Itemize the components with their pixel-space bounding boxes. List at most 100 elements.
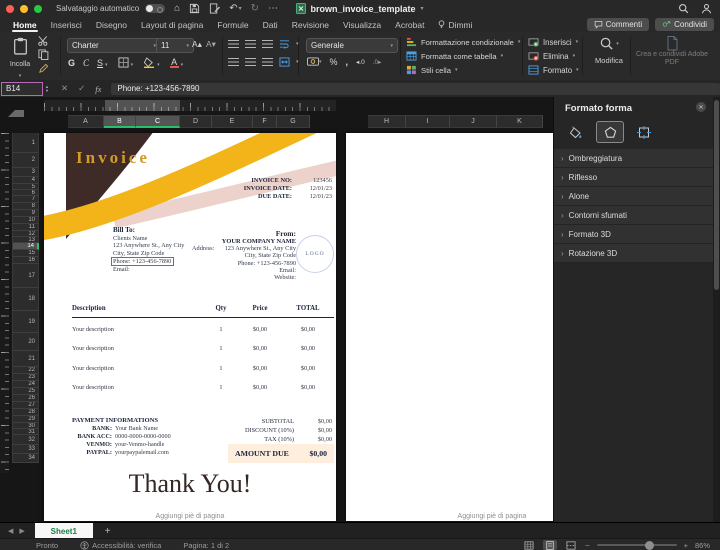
page-layout-view-button[interactable]: [543, 540, 558, 550]
align-top-icon[interactable]: [228, 40, 239, 48]
tab-formule[interactable]: Formule: [210, 17, 255, 32]
merge-center-button[interactable]: [279, 57, 290, 67]
column-header-a[interactable]: A: [68, 115, 104, 128]
row-header-23[interactable]: 23: [12, 374, 39, 381]
row-header-1[interactable]: 1: [12, 133, 39, 153]
normal-view-button[interactable]: [522, 540, 536, 550]
decrease-font-button[interactable]: A▾: [206, 39, 216, 50]
underline-chevron-icon[interactable]: ▾: [105, 62, 108, 68]
column-header-d[interactable]: D: [180, 115, 212, 128]
row-header-17[interactable]: 17: [12, 264, 39, 288]
column-header-j[interactable]: J: [450, 115, 497, 128]
document-title[interactable]: brown_invoice_template: [310, 4, 415, 14]
underline-button[interactable]: S: [97, 58, 103, 68]
comments-button[interactable]: Commenti: [586, 18, 650, 31]
tab-home[interactable]: Home: [6, 17, 44, 32]
align-bottom-icon[interactable]: [262, 40, 273, 48]
borders-chevron-icon[interactable]: ▾: [131, 62, 134, 68]
row-header-3[interactable]: 3: [12, 168, 39, 177]
cells-button-elimina[interactable]: Elimina ▾: [528, 49, 579, 63]
row-header-32[interactable]: 32: [12, 435, 39, 445]
row-header-22[interactable]: 22: [12, 367, 39, 374]
align-middle-icon[interactable]: [245, 40, 256, 48]
merge-chevron-icon[interactable]: ▾: [296, 59, 299, 65]
cut-button[interactable]: [38, 36, 49, 46]
footer-placeholder[interactable]: Aggiungi piè di pagina: [44, 513, 336, 520]
align-center-icon[interactable]: [245, 58, 256, 66]
style-button-1[interactable]: Formatta come tabella ▾: [406, 49, 520, 63]
row-header-20[interactable]: 20: [12, 333, 39, 351]
worksheet-page-1[interactable]: Invoice INVOICE NO: 123456 INVOICE DATE: 12…: [44, 133, 336, 521]
panel-section-ombreggiatura[interactable]: › Ombreggiatura: [554, 149, 713, 168]
row-header-15[interactable]: 15: [12, 250, 39, 257]
cells-button-formato[interactable]: Formato ▾: [528, 63, 579, 77]
zoom-slider[interactable]: [596, 540, 677, 550]
row-header-25[interactable]: 25: [12, 388, 39, 395]
font-color-chevron-icon[interactable]: ▾: [181, 62, 184, 68]
style-button-2[interactable]: Stili cella ▾: [406, 63, 520, 77]
close-window-button[interactable]: [6, 4, 14, 13]
tab-acrobat[interactable]: Acrobat: [388, 17, 431, 32]
page-indicator[interactable]: Pagina: 1 di 2: [183, 541, 229, 550]
save-icon[interactable]: [189, 3, 200, 14]
tab-inserisci[interactable]: Inserisci: [44, 17, 89, 32]
column-header-g[interactable]: G: [277, 115, 310, 128]
undo-icon[interactable]: ↶: [229, 3, 237, 14]
format-painter-button[interactable]: [38, 63, 49, 74]
name-box[interactable]: B14: [1, 81, 43, 96]
row-header-19[interactable]: 19: [12, 311, 39, 333]
confirm-entry-icon[interactable]: ✓: [78, 83, 85, 94]
page-break-view-button[interactable]: [564, 540, 578, 550]
next-sheet-icon[interactable]: ▶: [19, 527, 24, 535]
fill-color-button[interactable]: [143, 57, 155, 68]
tab-layout-di-pagina[interactable]: Layout di pagina: [134, 17, 210, 32]
vertical-scrollbar[interactable]: [712, 97, 720, 522]
select-all-corner[interactable]: [8, 101, 24, 117]
tab-dimmi[interactable]: Dimmi: [431, 17, 479, 32]
insert-function-icon[interactable]: fx: [95, 84, 101, 94]
row-header-10[interactable]: 10: [12, 217, 39, 224]
fill-chevron-icon[interactable]: ▾: [157, 62, 160, 68]
minimize-window-button[interactable]: [20, 4, 28, 13]
column-header-h[interactable]: H: [368, 115, 406, 128]
row-header-34[interactable]: 34: [12, 454, 39, 463]
zoom-slider-knob[interactable]: [644, 540, 654, 550]
column-header-c[interactable]: C: [136, 115, 180, 128]
formula-input[interactable]: Phone: +123-456-7890: [111, 82, 720, 95]
decrease-decimal-button[interactable]: .0▸: [373, 58, 382, 66]
style-button-0[interactable]: Formattazione condizionale ▾: [406, 35, 520, 49]
add-sheet-button[interactable]: +: [105, 526, 111, 537]
undo-chevron-icon[interactable]: ▾: [239, 5, 242, 12]
row-header-8[interactable]: 8: [12, 203, 39, 210]
tab-visualizza[interactable]: Visualizza: [336, 17, 388, 32]
row-header-28[interactable]: 28: [12, 409, 39, 416]
sheet-tab-sheet1[interactable]: Sheet1: [34, 523, 93, 539]
row-header-33[interactable]: 33: [12, 445, 39, 454]
row-header-27[interactable]: 27: [12, 402, 39, 409]
scrollbar-thumb[interactable]: [713, 100, 719, 290]
row-header-29[interactable]: 29: [12, 416, 39, 423]
panel-section-alone[interactable]: › Alone: [554, 187, 713, 206]
tab-dati[interactable]: Dati: [256, 17, 285, 32]
font-name-select[interactable]: Charter ▾: [67, 38, 161, 53]
document-edit-icon[interactable]: [209, 3, 221, 14]
increase-decimal-button[interactable]: ◂.0: [356, 58, 365, 66]
column-header-b[interactable]: B: [104, 115, 136, 128]
row-header-21[interactable]: 21: [12, 351, 39, 367]
row-header-11[interactable]: 11: [12, 224, 39, 231]
panel-section-contorni-sfumati[interactable]: › Contorni sfumati: [554, 206, 713, 225]
size-properties-tab[interactable]: [630, 121, 658, 143]
zoom-window-button[interactable]: [34, 4, 42, 13]
column-header-k[interactable]: K: [497, 115, 543, 128]
effects-tab[interactable]: [596, 121, 624, 143]
comma-format-button[interactable]: ,: [346, 57, 349, 67]
accessibility-status[interactable]: Accessibilità: verifica: [80, 541, 161, 550]
row-header-18[interactable]: 18: [12, 288, 39, 311]
edit-button[interactable]: ▾ Modifica: [590, 36, 628, 65]
panel-section-riflesso[interactable]: › Riflesso: [554, 168, 713, 187]
column-header-f[interactable]: F: [253, 115, 277, 128]
zoom-out-icon[interactable]: −: [585, 541, 589, 550]
account-icon[interactable]: [701, 3, 712, 14]
panel-close-icon[interactable]: ✕: [696, 102, 706, 112]
currency-format-button[interactable]: ▾: [307, 57, 322, 67]
